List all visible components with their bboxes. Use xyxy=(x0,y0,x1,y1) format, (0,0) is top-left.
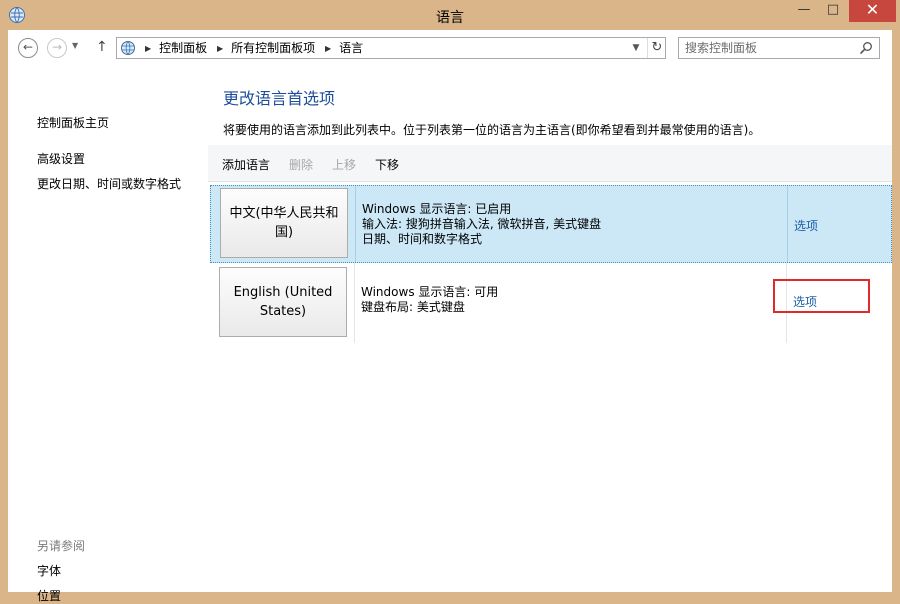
language-window: 语言 — □ ✕ ← → ▼ ↑ ▶ 控制面板 ▶ 所有控制面板项 ▶ 语言 ▼ ↻ xyxy=(0,0,900,603)
close-button[interactable]: ✕ xyxy=(849,0,896,22)
language-details: Windows 显示语言: 可用 键盘布局: 美式键盘 xyxy=(361,285,498,315)
language-name-button[interactable]: English (United States) xyxy=(219,267,347,337)
search-box[interactable] xyxy=(678,37,880,59)
sidebar-link-date-time-format[interactable]: 更改日期、时间或数字格式 xyxy=(37,175,181,192)
window-title: 语言 xyxy=(436,10,464,26)
sidebar-link-fonts[interactable]: 字体 xyxy=(37,562,61,579)
refresh-icon[interactable]: ↻ xyxy=(647,38,666,58)
address-dropdown-icon[interactable]: ▼ xyxy=(629,38,643,58)
up-arrow-icon[interactable]: ↑ xyxy=(96,39,108,55)
language-name-button[interactable]: 中文(中华人民共和国) xyxy=(220,188,348,258)
control-panel-icon xyxy=(121,41,135,55)
breadcrumb: ▶ 控制面板 ▶ 所有控制面板项 ▶ 语言 xyxy=(139,38,363,58)
remove-button[interactable]: 删除 xyxy=(289,156,313,173)
chevron-right-icon[interactable]: ▶ xyxy=(217,39,223,59)
chevron-right-icon[interactable]: ▶ xyxy=(325,39,331,59)
page-title: 更改语言首选项 xyxy=(223,89,336,108)
language-details: Windows 显示语言: 已启用 输入法: 搜狗拼音输入法, 微软拼音, 美式… xyxy=(362,202,601,247)
language-detail-line: Windows 显示语言: 可用 xyxy=(361,285,499,299)
highlight-annotation-box xyxy=(773,279,870,313)
language-detail-line: Windows 显示语言: 已启用 xyxy=(362,202,512,216)
list-item-english[interactable]: English (United States) Windows 显示语言: 可用… xyxy=(210,263,892,343)
search-input[interactable] xyxy=(685,40,850,56)
chevron-right-icon[interactable]: ▶ xyxy=(145,39,151,59)
language-detail-line: 键盘布局: 美式键盘 xyxy=(361,300,465,314)
forward-button[interactable]: → xyxy=(47,38,67,58)
options-link[interactable]: 选项 xyxy=(794,217,818,234)
breadcrumb-control-panel[interactable]: 控制面板 xyxy=(159,38,207,58)
minimize-button[interactable]: — xyxy=(789,0,819,22)
language-detail-line: 日期、时间和数字格式 xyxy=(362,232,483,246)
address-bar[interactable]: ▶ 控制面板 ▶ 所有控制面板项 ▶ 语言 ▼ ↻ xyxy=(116,37,666,59)
search-icon[interactable] xyxy=(859,41,873,55)
see-also-heading: 另请参阅 xyxy=(37,539,86,553)
list-item-chinese[interactable]: 中文(中华人民共和国) Windows 显示语言: 已启用 输入法: 搜狗拼音输… xyxy=(210,185,892,263)
move-down-button[interactable]: 下移 xyxy=(375,156,399,173)
back-button[interactable]: ← xyxy=(18,38,38,58)
window-client-area: ← → ▼ ↑ ▶ 控制面板 ▶ 所有控制面板项 ▶ 语言 ▼ ↻ 搜索控制面板… xyxy=(8,30,892,603)
main-content: 更改语言首选项 将要使用的语言添加到此列表中。位于列表第一位的语言为主语言(即你… xyxy=(208,66,892,592)
page-description: 将要使用的语言添加到此列表中。位于列表第一位的语言为主语言(即你希望看到并最常使… xyxy=(223,123,761,137)
column-divider xyxy=(787,186,788,262)
sidebar-link-control-panel-home[interactable]: 控制面板主页 xyxy=(37,114,109,131)
column-divider xyxy=(354,263,355,343)
add-language-button[interactable]: 添加语言 xyxy=(222,156,270,173)
sidebar: 控制面板主页 高级设置 更改日期、时间或数字格式 另请参阅 字体 位置 xyxy=(8,66,208,603)
move-up-button[interactable]: 上移 xyxy=(332,156,356,173)
navigation-bar: ← → ▼ ↑ ▶ 控制面板 ▶ 所有控制面板项 ▶ 语言 ▼ ↻ xyxy=(8,30,892,66)
language-toolbar: 添加语言 删除 上移 下移 xyxy=(208,145,892,182)
column-divider xyxy=(355,186,356,262)
language-detail-line: 输入法: 搜狗拼音输入法, 微软拼音, 美式键盘 xyxy=(362,217,602,231)
title-bar[interactable]: 语言 — □ ✕ xyxy=(0,0,900,30)
breadcrumb-all-items[interactable]: 所有控制面板项 xyxy=(231,38,315,58)
maximize-button[interactable]: □ xyxy=(819,0,847,22)
breadcrumb-language[interactable]: 语言 xyxy=(339,38,363,58)
sidebar-link-advanced-settings[interactable]: 高级设置 xyxy=(37,150,85,167)
recent-locations-chevron-icon[interactable]: ▼ xyxy=(72,41,78,50)
sidebar-link-location[interactable]: 位置 xyxy=(37,587,61,604)
